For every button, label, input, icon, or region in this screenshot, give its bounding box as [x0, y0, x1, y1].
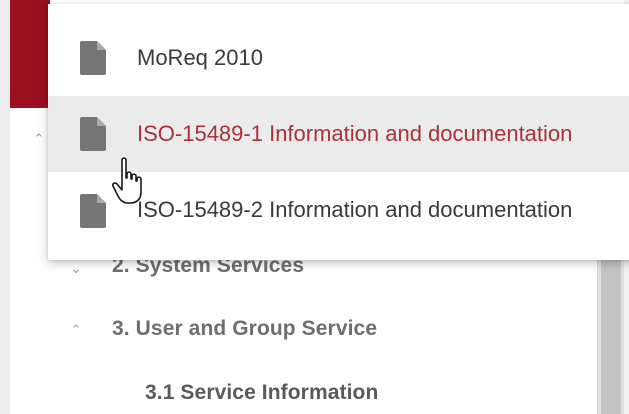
- left-rail: [0, 0, 10, 414]
- chevron-up-icon[interactable]: ⌃: [30, 130, 48, 148]
- scrollbar[interactable]: [597, 245, 624, 414]
- chevron-down-icon[interactable]: ⌄: [67, 260, 85, 278]
- hand-pointer-icon: [112, 157, 142, 204]
- scrollbar-thumb[interactable]: [601, 255, 621, 414]
- tree-item-service-information[interactable]: 3.1 Service Information: [145, 381, 378, 405]
- document-icon: [80, 41, 106, 75]
- document-dropdown-menu: MoReq 2010 ISO-15489-1 Information and d…: [48, 4, 629, 260]
- document-icon: [80, 194, 106, 228]
- menu-item-label: ISO-15489-1 Information and documentatio…: [137, 121, 573, 146]
- menu-item-label: ISO-15489-2 Information and documentatio…: [137, 197, 573, 222]
- menu-item-label: MoReq 2010: [137, 45, 263, 70]
- brand-accent-bar: [10, 0, 50, 108]
- chevron-up-icon[interactable]: ⌃: [67, 321, 85, 339]
- menu-item-moreq-2010[interactable]: MoReq 2010: [48, 20, 629, 96]
- document-icon: [80, 117, 106, 151]
- tree-item-user-group-service[interactable]: 3. User and Group Service: [112, 317, 377, 341]
